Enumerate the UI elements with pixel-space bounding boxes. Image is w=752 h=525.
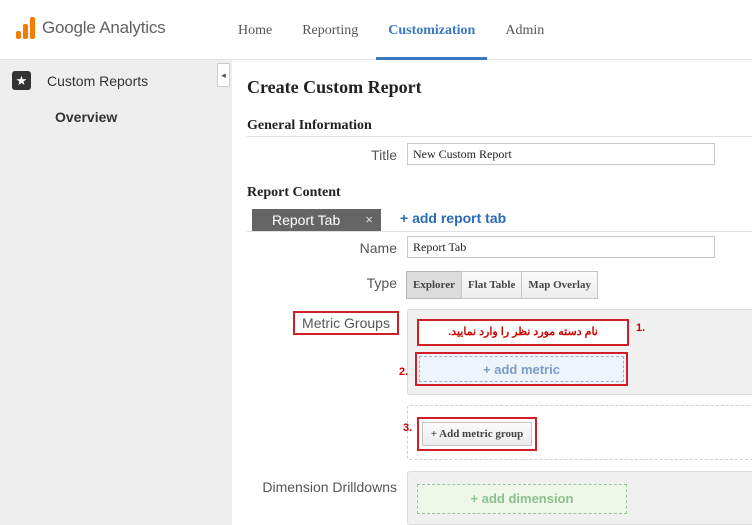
divider [247,136,752,137]
add-metric-group-label: + Add metric group [422,422,532,446]
type-map-overlay-button[interactable]: Map Overlay [521,271,598,299]
nav-customization[interactable]: Customization [376,0,488,60]
app-name: Google Analytics [42,18,166,37]
step-2-annotation: 2. [399,366,409,378]
type-label: Type [366,275,397,291]
tab-report-tab[interactable]: Report Tab × [252,209,381,231]
name-input[interactable] [407,236,715,258]
type-flat-table-button[interactable]: Flat Table [460,271,523,299]
name-label: Name [359,240,397,256]
nav-reporting[interactable]: Reporting [290,0,370,60]
close-icon[interactable]: × [365,209,373,231]
title-input[interactable] [407,143,715,165]
main-nav: Home Reporting Customization Admin [226,0,562,60]
top-bar: Google Analytics Home Reporting Customiz… [0,0,752,60]
google-analytics-logo[interactable]: Google Analytics [16,17,166,39]
metric-groups-label: Metric Groups [293,311,399,335]
nav-admin[interactable]: Admin [493,0,556,60]
main-content: Create Custom Report General Information… [232,60,752,525]
general-information-heading: General Information [247,118,372,133]
sidebar-item-label: Custom Reports [47,72,149,89]
dimension-drilldowns-label: Dimension Drilldowns [262,479,397,495]
type-explorer-button[interactable]: Explorer [406,271,462,299]
analytics-bars-icon [16,17,36,39]
step-3-annotation: 3. [403,422,413,434]
title-label: Title [371,147,397,163]
report-type-selector: Explorer Flat Table Map Overlay [406,271,598,299]
nav-home[interactable]: Home [226,0,284,60]
add-report-tab-link[interactable]: + add report tab [400,210,506,226]
add-metric-label: + add metric [419,356,624,382]
report-content-heading: Report Content [247,185,341,200]
tab-label: Report Tab [272,212,341,228]
sidebar: ★ Custom Reports Overview ◂ [0,60,232,525]
add-metric-button[interactable]: + add metric [415,352,628,386]
step-1-annotation: 1. [636,322,646,334]
star-icon: ★ [12,71,31,90]
add-dimension-button[interactable]: + add dimension [417,484,627,514]
sidebar-item-custom-reports[interactable]: ★ Custom Reports [12,71,148,90]
sidebar-item-overview[interactable]: Overview [55,109,117,125]
collapse-sidebar-button[interactable]: ◂ [217,63,230,87]
page-title: Create Custom Report [247,77,422,97]
divider [247,231,752,232]
add-metric-group-button[interactable]: + Add metric group [417,417,537,451]
metric-group-name-field[interactable]: نام دسته مورد نظر را وارد نمایید. [417,319,629,346]
